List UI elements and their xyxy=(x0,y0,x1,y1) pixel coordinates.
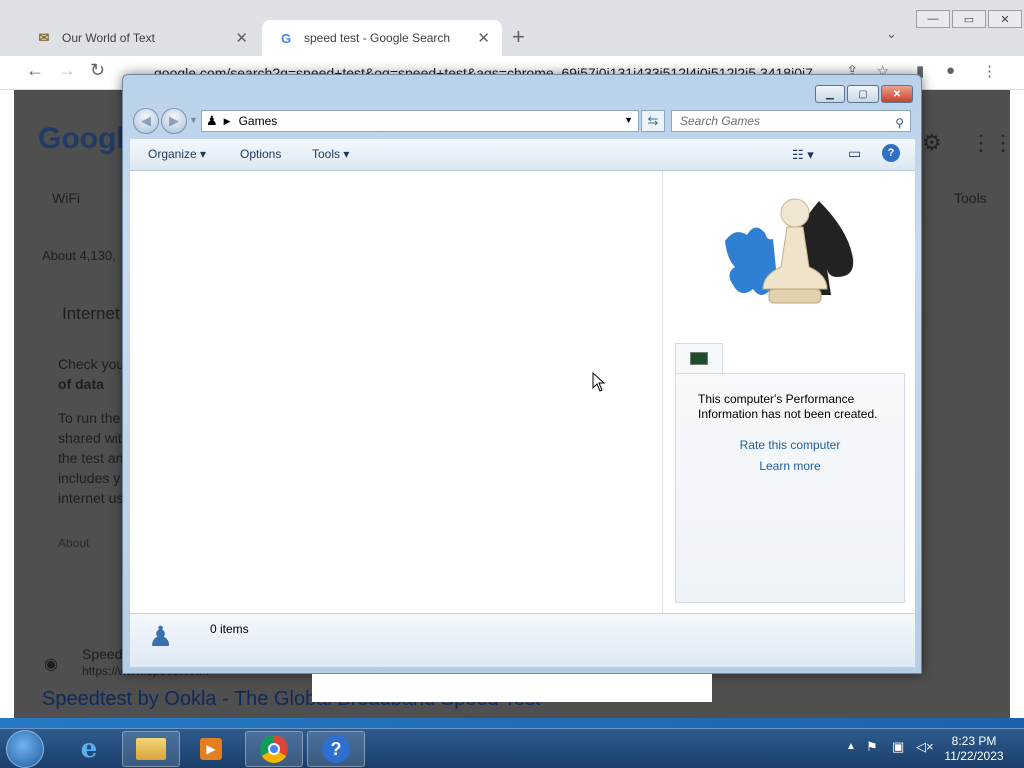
breadcrumb-arrow-icon[interactable]: ▶ xyxy=(224,116,231,127)
games-explorer-window: ▁ ▢ ✕ ◀ ▶ ▼ ♟ ▶ Games ▼ ⇆ Search Games ⚲… xyxy=(122,74,922,674)
close-tab-icon[interactable]: ✕ xyxy=(477,29,490,47)
tab-speed-test[interactable]: G speed test - Google Search ✕ xyxy=(262,20,502,56)
item-count: 0 items xyxy=(210,622,249,636)
snippet-line: shared wit xyxy=(58,430,122,446)
windows-explorer-icon[interactable] xyxy=(122,731,180,767)
games-folder-icon: ♟ xyxy=(206,113,218,128)
maximize-button[interactable]: ▭ xyxy=(952,10,986,28)
tab-title: speed test - Google Search xyxy=(304,31,451,45)
organize-menu[interactable]: Organize ▾ xyxy=(148,147,206,161)
tools-menu[interactable]: Tools ▾ xyxy=(312,147,349,161)
performance-info-panel: This computer's Performance Information … xyxy=(675,373,905,603)
performance-tab[interactable] xyxy=(675,343,723,373)
minimize-button[interactable]: — xyxy=(916,10,950,28)
snippet-heading: Internet xyxy=(62,304,120,323)
search-input[interactable]: Search Games ⚲ xyxy=(671,110,911,132)
options-button[interactable]: Options xyxy=(240,147,281,161)
media-player-icon[interactable]: ▶ xyxy=(182,731,240,767)
clock-time: 8:23 PM xyxy=(951,734,997,748)
preview-pane-icon[interactable]: ▭ xyxy=(848,145,861,162)
reload-icon[interactable]: ↻ xyxy=(90,60,105,81)
forward-arrow-icon[interactable]: → xyxy=(58,60,76,81)
address-location: Games xyxy=(238,114,278,128)
performance-message: This computer's Performance Information … xyxy=(698,392,878,421)
chrome-window-controls: — ▭ ✕ xyxy=(916,10,1024,28)
snippet-line: includes y xyxy=(58,470,121,486)
tab-our-world-of-text[interactable]: ✉ Our World of Text ✕ xyxy=(20,20,260,56)
rate-computer-link[interactable]: Rate this computer xyxy=(676,438,904,452)
profile-avatar-icon[interactable]: ● xyxy=(946,62,955,79)
volume-muted-icon[interactable]: ◁× xyxy=(916,739,934,755)
view-options-icon[interactable]: ☷ ▾ xyxy=(792,147,814,163)
action-center-flag-icon[interactable]: ⚑ xyxy=(866,739,878,755)
help-icon[interactable]: ? xyxy=(882,144,900,162)
start-button[interactable] xyxy=(6,730,44,768)
menu-kebab-icon[interactable]: ⋮ xyxy=(982,62,997,80)
snippet-line: of data xyxy=(58,376,104,392)
close-button[interactable]: ✕ xyxy=(988,10,1022,28)
learn-more-link[interactable]: Learn more xyxy=(676,459,904,473)
back-arrow-icon[interactable]: ← xyxy=(26,60,44,81)
snippet-line: Check you xyxy=(58,356,125,372)
explorer-content: This computer's Performance Information … xyxy=(130,171,915,613)
performance-monitor-icon xyxy=(690,352,708,365)
result-site-name: Speed xyxy=(82,646,123,662)
speedtest-favicon-icon: ◉ xyxy=(44,656,58,673)
games-explorer-logo-icon xyxy=(725,198,854,304)
back-button[interactable]: ◀ xyxy=(133,108,159,134)
taskbar: e ▶ ? ▲ ⚑ ▣ ◁× 8:23 PM 11/22/2023 xyxy=(0,728,1024,768)
details-bar: ♟ 0 items xyxy=(130,613,915,667)
tools-link[interactable]: Tools xyxy=(954,190,987,206)
snippet-line: internet us xyxy=(58,490,124,506)
minimize-button[interactable]: ▁ xyxy=(815,85,845,103)
search-placeholder: Search Games xyxy=(680,114,761,128)
games-folder-icon: ♟ xyxy=(148,621,174,652)
clock-date: 11/22/2023 xyxy=(944,749,1004,763)
details-pane: This computer's Performance Information … xyxy=(662,171,915,613)
google-chrome-icon[interactable] xyxy=(245,731,303,767)
system-clock[interactable]: 8:23 PM 11/22/2023 xyxy=(936,734,1012,764)
address-dropdown-icon[interactable]: ▼ xyxy=(624,115,633,125)
internet-explorer-icon[interactable]: e xyxy=(60,731,118,767)
snippet-line: To run the xyxy=(58,410,121,426)
search-icon[interactable]: ⚲ xyxy=(895,113,904,133)
tab-strip: ✉ Our World of Text ✕ G speed test - Goo… xyxy=(0,0,1024,56)
show-hidden-icons-icon[interactable]: ▲ xyxy=(846,741,856,752)
apps-grid-icon[interactable]: ⋮⋮ xyxy=(970,130,1010,156)
help-and-support-icon[interactable]: ? xyxy=(307,731,365,767)
maximize-button[interactable]: ▢ xyxy=(847,85,879,103)
blank-white-strip xyxy=(312,674,712,702)
filter-wifi[interactable]: WiFi xyxy=(52,190,80,206)
snippet-line: the test an xyxy=(58,450,124,466)
close-tab-icon[interactable]: ✕ xyxy=(235,29,248,47)
mouse-cursor-icon xyxy=(592,372,606,392)
close-button[interactable]: ✕ xyxy=(881,85,913,103)
refresh-button[interactable]: ⇆ xyxy=(641,110,665,132)
network-icon[interactable]: ▣ xyxy=(892,739,904,755)
recent-pages-chevron-icon[interactable]: ▼ xyxy=(189,115,198,125)
result-count: About 4,130, xyxy=(42,248,116,263)
address-bar[interactable]: ♟ ▶ Games ▼ xyxy=(201,110,639,132)
owot-favicon-icon: ✉ xyxy=(38,30,50,45)
google-favicon-icon: G xyxy=(280,30,292,46)
games-file-list[interactable] xyxy=(130,171,662,613)
forward-button[interactable]: ▶ xyxy=(161,108,187,134)
settings-gear-icon[interactable]: ⚙ xyxy=(922,130,942,156)
command-bar: Organize ▾ Options Tools ▾ ☷ ▾ ▭ ? xyxy=(130,139,915,171)
tab-search-chevron-icon[interactable]: ⌄ xyxy=(886,26,897,42)
about-link[interactable]: About xyxy=(58,536,89,550)
new-tab-icon[interactable]: + xyxy=(512,24,525,50)
tab-title: Our World of Text xyxy=(62,31,155,45)
